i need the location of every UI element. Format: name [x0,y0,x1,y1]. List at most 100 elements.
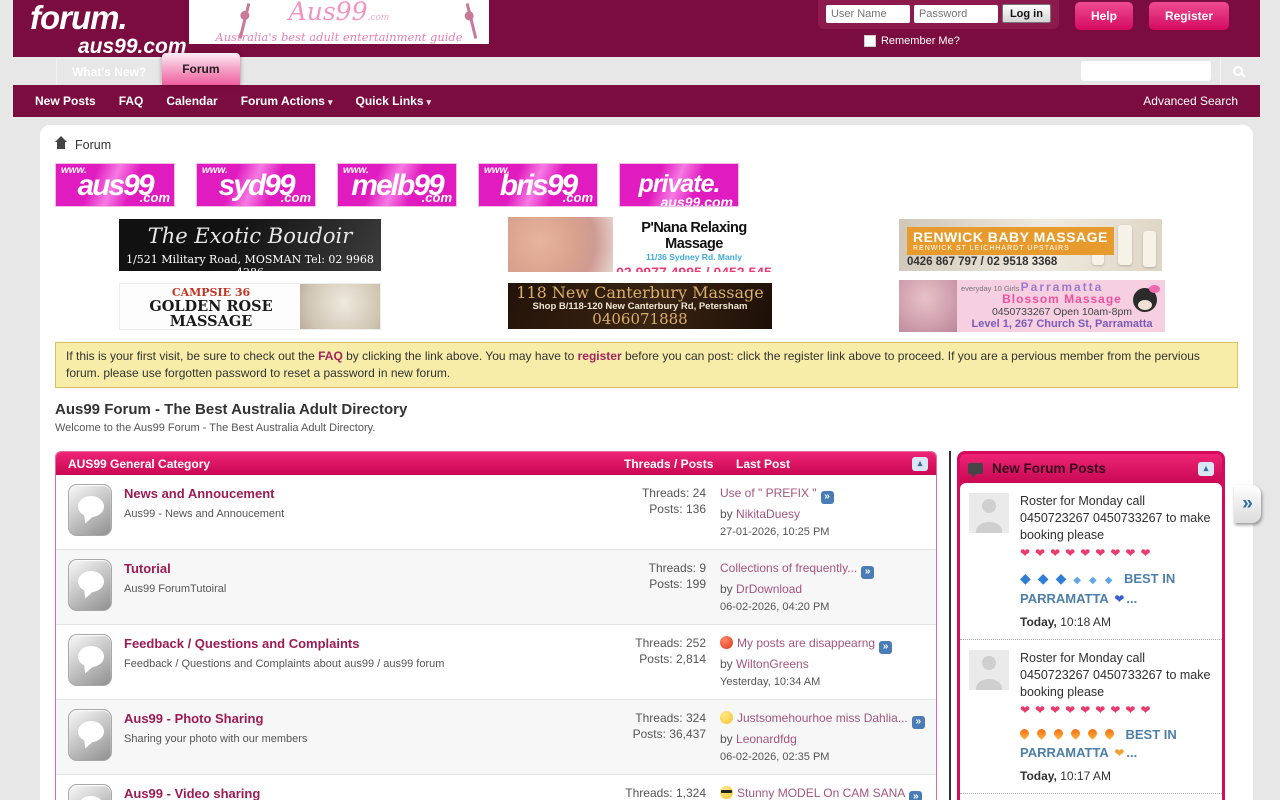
banner-aus99[interactable]: www. aus99 .com [55,163,175,207]
home-icon[interactable] [55,142,67,152]
logo-line1: forum. [30,1,187,34]
search-button[interactable] [1220,57,1254,85]
ad-photo [300,284,380,330]
orange-heart-icon: ❤ [1114,746,1124,760]
angry-face-icon [720,636,733,649]
advanced-search-link[interactable]: Advanced Search [1143,94,1238,108]
goto-last-post-icon[interactable]: » [909,791,922,800]
banner-melb99[interactable]: www. melb99 .com [337,163,457,207]
collapse-sidebar-button[interactable]: ▴ [1198,462,1214,476]
forum-title-link[interactable]: Tutorial [124,561,171,576]
chevron-down-icon: ▾ [427,97,432,107]
goto-last-post-icon[interactable]: » [861,566,874,579]
header-banner-ad[interactable]: Aus99.com Australia's best adult enterta… [189,0,489,44]
breadcrumb-forum[interactable]: Forum [75,138,111,152]
ad-renwick-massage[interactable]: RENWICK BABY MASSAGE RENWICK ST LEICHHAR… [899,219,1162,271]
password-field[interactable] [914,5,998,23]
goto-last-post-icon[interactable]: » [912,716,925,729]
tab-forum[interactable]: Forum [162,53,239,85]
sidebar-post-item[interactable]: Roster for Monday call 0450723267 045073… [960,794,1222,800]
menu-quick-links[interactable]: Quick Links▾ [355,94,431,108]
last-post-date: 27-01-2026, 10:25 PM [720,524,928,540]
smile-face-icon [720,711,733,724]
forum-row: News and Annoucement Aus99 - News and An… [56,475,936,549]
remember-me-checkbox[interactable] [864,35,876,47]
goto-last-post-icon[interactable]: » [821,491,834,504]
hearts-row: ❤❤❤❤❤❤❤❤❤ [1020,545,1213,562]
ad-pnana-massage[interactable]: P'Nana Relaxing Massage 11/36 Sydney Rd.… [508,217,772,272]
last-post-user-link[interactable]: Leonardfdg [736,732,797,746]
hearts-row: ❤❤❤❤❤❤❤❤❤ [1020,702,1213,719]
flame-icon [1052,727,1065,740]
ad-golden-rose-massage[interactable]: CAMPSIE 36 GOLDEN ROSE MASSAGE 36 NORTH … [119,283,381,330]
category-aus99-general: AUS99 General Category Threads / Posts L… [55,451,937,800]
expand-sidebar-handle[interactable]: » [1234,485,1261,523]
last-post-title-link[interactable]: Collections of frequently... [720,561,857,575]
login-area: Log in Remember Me? Help Register [818,0,1229,47]
menu-new-posts[interactable]: New Posts [35,94,96,108]
chevron-down-icon: ▾ [328,97,333,107]
menu-faq[interactable]: FAQ [119,94,144,108]
collapse-category-button[interactable]: ▴ [912,457,928,471]
forum-icon [68,559,112,611]
column-threads-posts: Threads / Posts [624,457,724,471]
banner-tagline: Australia's best adult entertainment gui… [189,30,489,44]
menu-forum-actions[interactable]: Forum Actions▾ [241,94,333,108]
first-visit-notice: If this is your first visit, be sure to … [55,342,1238,388]
last-post-title-link[interactable]: Use of " PREFIX " [720,486,817,500]
register-link[interactable]: register [578,349,622,363]
diamond-icon: ◆ [1056,570,1067,586]
last-post-title-link[interactable]: Stunny MODEL On CAM SANA [737,786,905,800]
banner-syd99[interactable]: www. syd99 .com [196,163,316,207]
sidebar-column: New Forum Posts ▴ Roster for Monday call… [949,451,1225,800]
search-input[interactable] [1081,61,1211,81]
login-button[interactable]: Log in [1002,4,1051,23]
last-post-user-link[interactable]: DrDownload [736,582,802,596]
ad-exotic-boudoir[interactable]: The Exotic Boudoir 1/521 Military Road, … [119,219,381,271]
ad-canterbury-massage[interactable]: 118 New Canterbury Massage Shop B/118-12… [508,283,772,329]
sidebar-title: New Forum Posts [992,461,1106,476]
username-field[interactable] [826,5,910,23]
forum-title-link[interactable]: News and Annoucement [124,486,274,501]
threads-count: Threads: 1,324 [574,785,706,800]
goto-last-post-icon[interactable]: » [879,641,892,654]
forum-icon [68,634,112,686]
tab-whats-new[interactable]: What's New? [56,58,162,85]
cool-face-icon [720,786,733,799]
sidebar-post-item[interactable]: Roster for Monday call 0450723267 045073… [960,483,1222,640]
help-button[interactable]: Help [1075,2,1133,30]
site-logo[interactable]: forum. aus99.com [30,1,187,57]
last-post-date: Yesterday, 10:34 AM [720,674,928,690]
page: forum. aus99.com Aus99.com Australia's b… [13,0,1260,800]
faq-link[interactable]: FAQ [318,349,343,363]
menu-bar: New Posts FAQ Calendar Forum Actions▾ Qu… [13,85,1260,117]
category-title: AUS99 General Category [68,457,624,471]
last-post-user-link[interactable]: NikitaDuesy [736,507,800,521]
last-post-title-link[interactable]: Justsomehourhoe miss Dahlia... [737,711,908,725]
remember-me-label: Remember Me? [881,35,960,47]
ad-blossom-massage[interactable]: everyday 10 Girls Parramatta Blossom Mas… [899,280,1165,332]
sidebar-post-item[interactable]: Roster for Monday call 0450723267 045073… [960,640,1222,794]
content-panel: Forum www. aus99 .com www. syd99 .com ww… [40,125,1253,800]
forum-title-link[interactable]: Feedback / Questions and Complaints [124,636,360,651]
post-date: Today, 10:17 AM [1020,768,1213,785]
last-post-title-link[interactable]: My posts are disappearng [737,636,875,650]
doll-icon [1133,288,1157,312]
banner-bris99[interactable]: www. bris99 .com [478,163,598,207]
threads-count: Threads: 252 [574,635,706,651]
forum-title-link[interactable]: Aus99 - Video sharing [124,786,260,800]
register-button[interactable]: Register [1149,2,1229,30]
candle-icon [1143,231,1156,267]
avatar [969,650,1009,690]
forum-icon [68,709,112,761]
header: forum. aus99.com Aus99.com Australia's b… [13,0,1260,57]
forum-title-link[interactable]: Aus99 - Photo Sharing [124,711,263,726]
flame-icon [1069,727,1082,740]
flame-icon [1035,727,1048,740]
new-forum-posts-widget: New Forum Posts ▴ Roster for Monday call… [957,451,1225,800]
last-post-date: 06-02-2026, 04:20 PM [720,599,928,615]
banner-private-aus99[interactable]: private. aus99.com [619,163,739,207]
menu-calendar[interactable]: Calendar [166,94,217,108]
diamond-icon: ◆ [1020,570,1031,586]
last-post-user-link[interactable]: WiltonGreens [736,657,809,671]
